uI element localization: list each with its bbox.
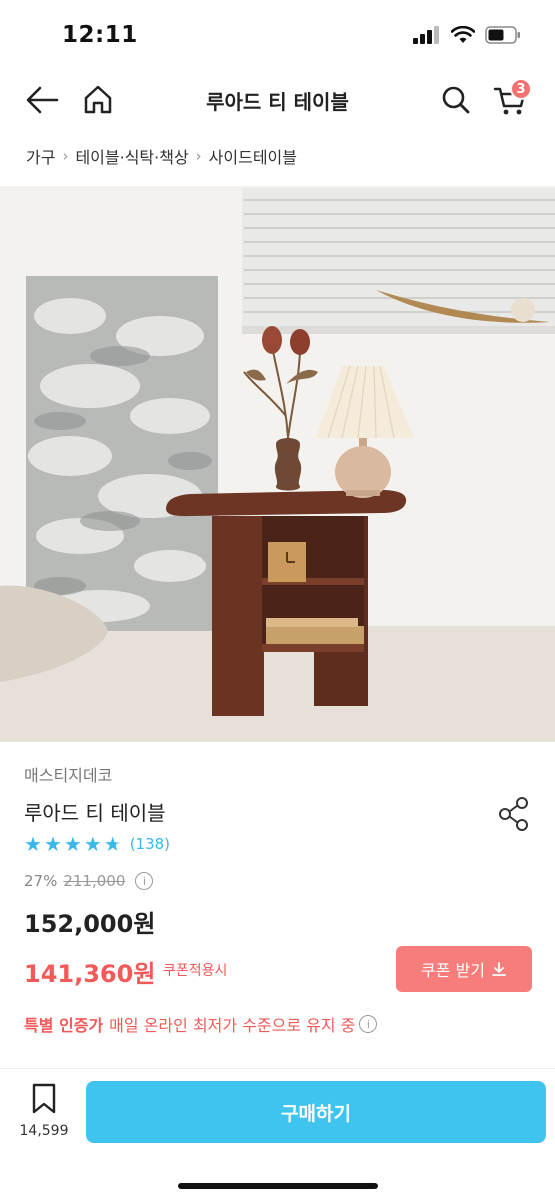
chevron-right-icon: › xyxy=(62,147,69,165)
half-star-icon: ★ xyxy=(103,832,122,856)
cart-button[interactable]: 3 xyxy=(488,78,532,122)
coupon-applied-label: 쿠폰적용시 xyxy=(163,963,228,979)
search-icon xyxy=(442,86,470,114)
wifi-icon xyxy=(451,26,475,43)
home-indicator xyxy=(178,1183,378,1189)
coupon-download-button[interactable]: 쿠폰 받기 xyxy=(396,946,532,992)
info-icon[interactable]: i xyxy=(135,872,154,890)
review-count[interactable]: (138) xyxy=(130,835,170,853)
share-button[interactable] xyxy=(494,794,534,834)
battery-icon xyxy=(485,26,520,44)
product-name: 루아드 티 테이블 xyxy=(24,801,166,825)
back-button[interactable] xyxy=(20,78,64,122)
chevron-right-icon: › xyxy=(195,147,202,165)
download-icon xyxy=(492,962,506,976)
original-price: 211,000 xyxy=(63,872,126,890)
buy-button[interactable]: 구매하기 xyxy=(86,1081,546,1143)
breadcrumb-item-furniture[interactable]: 가구 xyxy=(26,144,55,168)
cellular-signal-icon xyxy=(413,26,439,44)
product-image[interactable] xyxy=(0,186,555,742)
star-icon: ★ xyxy=(43,832,62,856)
page-title: 루아드 티 테이블 xyxy=(206,90,349,114)
discount-rate: 27% xyxy=(24,872,58,890)
certified-price-text: 매일 온라인 최저가 수준으로 유지 중 xyxy=(109,1016,356,1035)
wishlist-count: 14,599 xyxy=(19,1123,69,1139)
coupon-button-label: 쿠폰 받기 xyxy=(421,961,485,980)
back-arrow-icon xyxy=(26,86,59,114)
certified-price-row: 특별 인증가 매일 온라인 최저가 수준으로 유지 중 i xyxy=(24,1012,378,1036)
breadcrumb-item-side-tables[interactable]: 사이드테이블 xyxy=(209,144,297,168)
info-icon[interactable]: i xyxy=(359,1015,378,1033)
wishlist-button[interactable]: 14,599 xyxy=(14,1083,74,1147)
share-icon xyxy=(499,797,528,831)
coupon-price: 141,360원 xyxy=(24,960,156,988)
discount-row: 27% 211,000 i xyxy=(24,872,154,890)
status-icons xyxy=(413,26,521,44)
search-button[interactable] xyxy=(434,78,478,122)
status-bar: 12:11 xyxy=(0,0,555,70)
star-icon: ★ xyxy=(83,832,102,856)
bookmark-icon xyxy=(32,1083,56,1114)
brand-name[interactable]: 매스티지데코 xyxy=(24,762,112,786)
breadcrumb-item-tables[interactable]: 테이블·식탁·책상 xyxy=(75,144,188,168)
home-button[interactable] xyxy=(76,78,120,122)
sale-price: 152,000원 xyxy=(24,910,156,938)
star-icon: ★ xyxy=(24,832,42,856)
cart-count-badge: 3 xyxy=(510,78,532,100)
home-icon xyxy=(84,85,112,114)
rating-row[interactable]: ★ ★ ★ ★ ★ (138) xyxy=(24,834,170,854)
certified-price-label: 특별 인증가 xyxy=(24,1016,104,1035)
breadcrumb: 가구 › 테이블·식탁·책상 › 사이드테이블 xyxy=(26,144,297,168)
header: 루아드 티 테이블 3 xyxy=(0,72,555,128)
status-time: 12:11 xyxy=(62,22,138,48)
bottom-action-bar: 14,599 구매하기 xyxy=(0,1068,555,1200)
star-icon: ★ xyxy=(63,832,82,856)
